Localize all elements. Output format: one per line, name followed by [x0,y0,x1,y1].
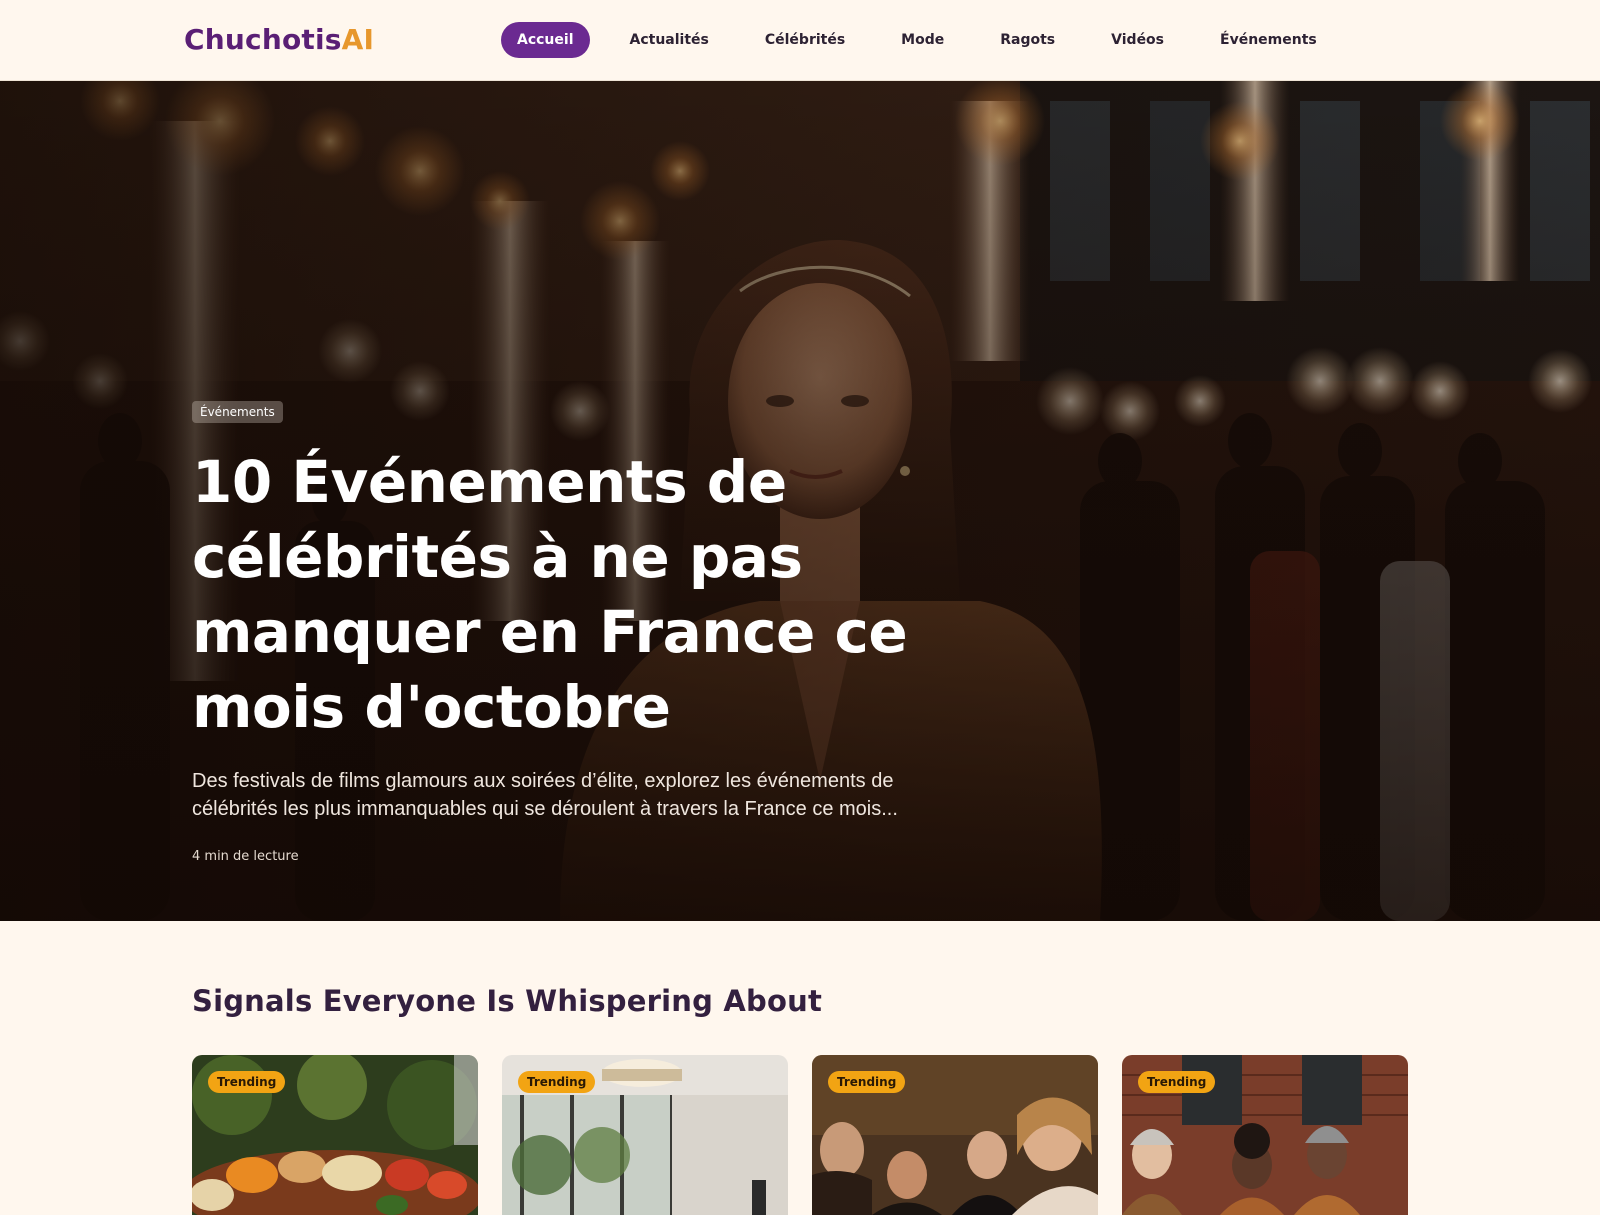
logo-text: Chuchotis [184,23,342,56]
nav-item-accueil[interactable]: Accueil [501,22,590,58]
hero-read-time: 4 min de lecture [192,849,299,864]
article-card[interactable]: Trending [1122,1055,1408,1215]
hero-category-badge[interactable]: Événements [192,401,283,423]
trending-cards: Trending Trending Trending Trending [192,1055,1408,1215]
trending-badge: Trending [1138,1071,1216,1093]
nav-item-mode[interactable]: Mode [885,22,960,58]
article-card[interactable]: Trending [812,1055,1098,1215]
main-nav: Accueil Actualités Célébrités Mode Ragot… [501,22,1333,58]
article-card[interactable]: Trending [192,1055,478,1215]
hero-description: Des festivals de films glamours aux soir… [192,770,898,820]
trending-badge: Trending [828,1071,906,1093]
hero-featured-article[interactable]: Événements 10 Événements de célébrités à… [0,81,1600,921]
nav-item-actualites[interactable]: Actualités [614,22,725,58]
nav-item-videos[interactable]: Vidéos [1095,22,1180,58]
site-logo[interactable]: ChuchotisAI [184,20,374,60]
hero-title[interactable]: 10 Événements de célébrités à ne pas man… [192,445,972,745]
site-header: ChuchotisAI Accueil Actualités Célébrité… [0,0,1600,81]
trending-badge: Trending [518,1071,596,1093]
hero-content: Événements 10 Événements de célébrités à… [192,401,972,864]
logo-accent: AI [341,23,375,56]
article-card[interactable]: Trending [502,1055,788,1215]
section-title: Signals Everyone Is Whispering About [192,984,823,1018]
nav-item-ragots[interactable]: Ragots [984,22,1071,58]
trending-badge: Trending [208,1071,286,1093]
nav-item-evenements[interactable]: Événements [1204,22,1333,58]
nav-item-celebrites[interactable]: Célébrités [749,22,861,58]
